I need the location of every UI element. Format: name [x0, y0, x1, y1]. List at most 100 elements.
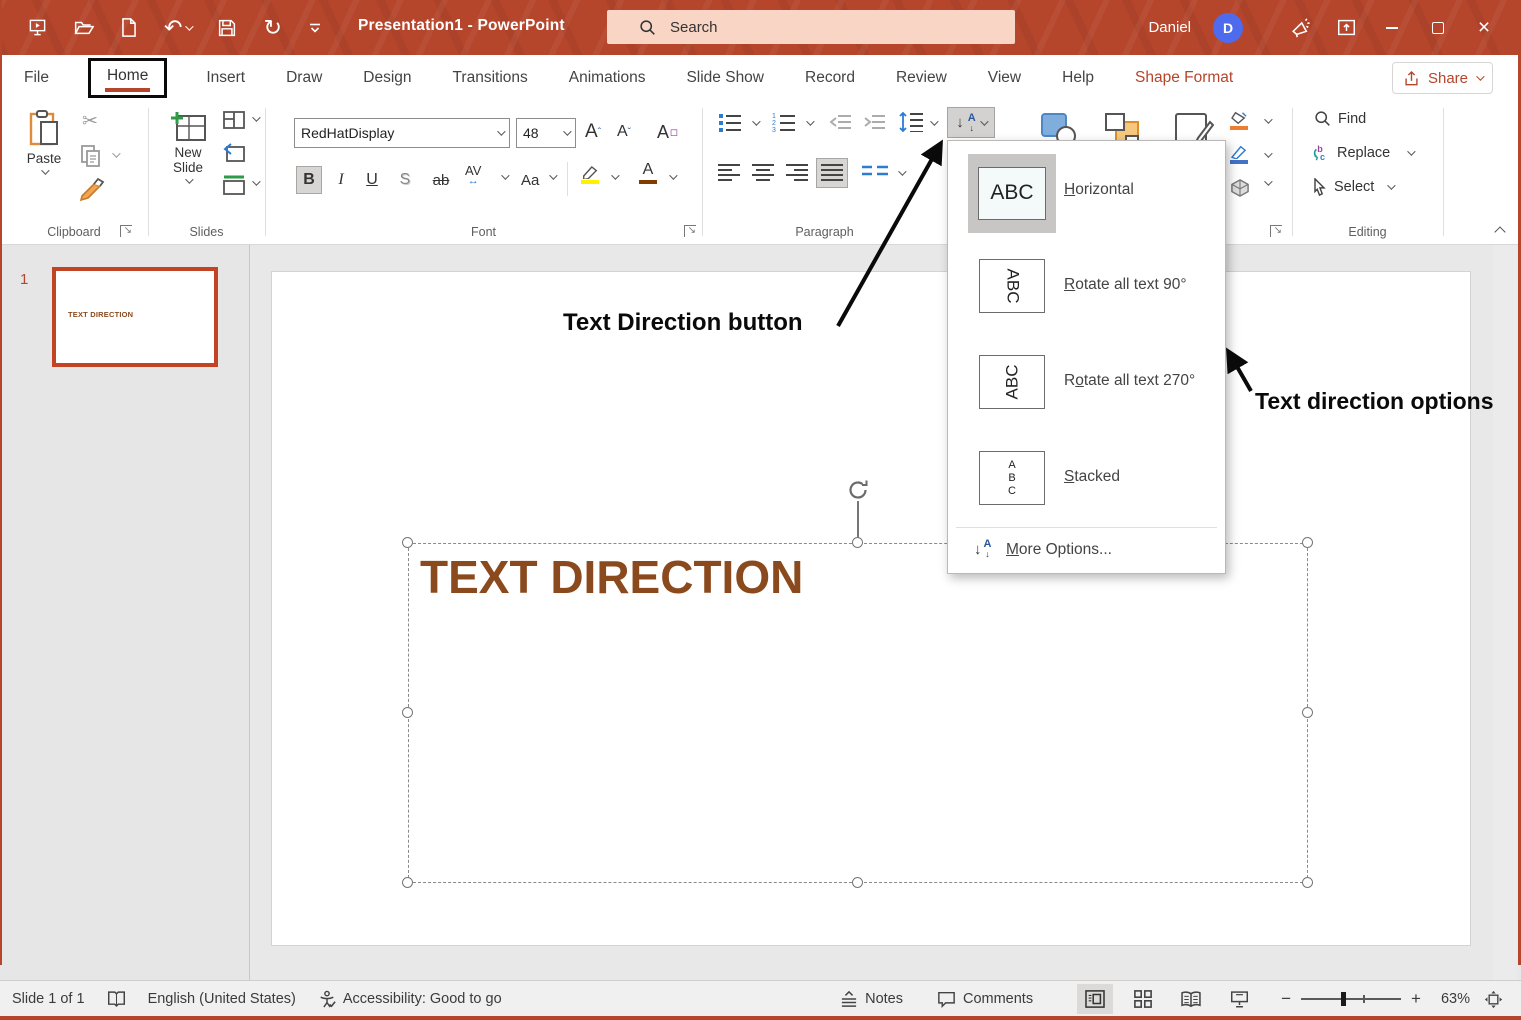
shape-outline-chevron-icon[interactable] [1264, 149, 1272, 157]
slide-layout-icon[interactable] [222, 110, 246, 130]
slide-canvas[interactable]: TEXT DIRECTION [272, 272, 1470, 945]
align-right-icon[interactable] [786, 164, 808, 182]
highlight-chevron-icon[interactable] [611, 171, 619, 179]
maximize-button[interactable] [1415, 0, 1461, 55]
share-button[interactable]: Share [1392, 62, 1493, 94]
normal-view-button[interactable] [1077, 984, 1113, 1014]
text-highlight-button[interactable] [581, 160, 599, 188]
handle-bottom-right[interactable] [1302, 877, 1313, 888]
shape-outline-button[interactable] [1230, 140, 1248, 168]
rotation-handle-icon[interactable] [846, 478, 870, 502]
bullets-chevron-icon[interactable] [752, 117, 760, 125]
zoom-in-icon[interactable]: + [1411, 989, 1421, 1009]
tab-transitions[interactable]: Transitions [451, 65, 530, 91]
copy-chevron-icon[interactable] [112, 149, 120, 157]
customize-qat-button[interactable] [309, 22, 321, 34]
font-color-chevron-icon[interactable] [669, 171, 677, 179]
start-slideshow-button[interactable] [28, 18, 47, 37]
zoom-slider-handle[interactable] [1341, 992, 1346, 1006]
handle-top-left[interactable] [402, 537, 413, 548]
columns-icon[interactable] [862, 164, 888, 178]
clear-formatting-button[interactable]: A◇ [657, 118, 679, 146]
numbering-icon[interactable]: 123 [772, 112, 796, 132]
font-dialog-launcher[interactable]: ↘ [684, 225, 696, 237]
font-color-button[interactable]: A [639, 158, 657, 186]
tab-file[interactable]: File [22, 65, 51, 91]
case-chevron-icon[interactable] [549, 171, 557, 179]
fit-to-window-icon[interactable] [1484, 990, 1503, 1009]
handle-middle-right[interactable] [1302, 707, 1313, 718]
columns-chevron-icon[interactable] [898, 167, 906, 175]
shape-fill-chevron-icon[interactable] [1264, 115, 1272, 123]
line-spacing-chevron-icon[interactable] [930, 117, 938, 125]
bullets-icon[interactable] [718, 112, 742, 132]
open-file-button[interactable] [74, 19, 94, 36]
coming-soon-megaphone-icon[interactable] [1277, 0, 1323, 55]
handle-bottom-center[interactable] [852, 877, 863, 888]
tab-review[interactable]: Review [894, 65, 949, 91]
zoom-level[interactable]: 63% [1441, 991, 1470, 1007]
textbox-selection-border[interactable] [408, 543, 1308, 883]
new-slide-button[interactable]: New Slide [160, 110, 216, 184]
copy-icon[interactable] [80, 144, 102, 168]
format-painter-icon[interactable] [78, 176, 106, 202]
increase-indent-icon[interactable] [864, 114, 886, 130]
replace-button[interactable]: bc Replace [1310, 144, 1413, 162]
tab-record[interactable]: Record [803, 65, 857, 91]
numbering-chevron-icon[interactable] [806, 117, 814, 125]
clipboard-dialog-launcher[interactable]: ↘ [120, 225, 132, 237]
decrease-indent-icon[interactable] [830, 114, 852, 130]
language-indicator[interactable]: English (United States) [148, 991, 296, 1007]
drawing-dialog-launcher[interactable]: ↘ [1270, 225, 1282, 237]
reading-view-button[interactable] [1173, 984, 1209, 1014]
change-case-button[interactable]: Aa [521, 166, 539, 194]
save-button[interactable] [218, 19, 236, 37]
notes-button[interactable]: Notes [840, 991, 903, 1007]
slide-indicator[interactable]: Slide 1 of 1 [12, 991, 85, 1007]
zoom-slider-track[interactable] [1301, 998, 1401, 1000]
shape-effects-button[interactable] [1230, 174, 1250, 202]
spacing-chevron-icon[interactable] [501, 171, 509, 179]
font-size-combo[interactable]: 48 [516, 118, 576, 148]
select-button[interactable]: Select [1312, 178, 1393, 196]
accessibility-checker[interactable]: Accessibility: Good to go [318, 990, 502, 1008]
search-box[interactable]: Search [607, 10, 1015, 44]
font-family-combo[interactable]: RedHatDisplay [294, 118, 510, 148]
handle-top-center[interactable] [852, 537, 863, 548]
zoom-slider[interactable]: − + [1281, 989, 1421, 1009]
handle-top-right[interactable] [1302, 537, 1313, 548]
tab-slide-show[interactable]: Slide Show [684, 65, 766, 91]
paste-button[interactable]: Paste [18, 110, 70, 175]
character-spacing-button[interactable]: AV↔ [465, 162, 481, 190]
line-spacing-icon[interactable] [898, 112, 924, 132]
increase-font-size-button[interactable]: Aˆ [585, 118, 601, 146]
shape-fill-button[interactable] [1230, 106, 1248, 134]
tab-draw[interactable]: Draw [284, 65, 324, 91]
slide-thumbnail[interactable]: TEXT DIRECTION [52, 267, 218, 367]
align-left-icon[interactable] [718, 164, 740, 182]
close-button[interactable]: × [1461, 0, 1507, 55]
italic-button[interactable]: I [331, 166, 351, 194]
tab-view[interactable]: View [986, 65, 1023, 91]
handle-bottom-left[interactable] [402, 877, 413, 888]
shape-effects-chevron-icon[interactable] [1264, 177, 1272, 185]
text-shadow-button[interactable]: S [395, 166, 415, 194]
collapse-ribbon-icon[interactable] [1494, 226, 1505, 237]
user-name[interactable]: Daniel [1148, 19, 1191, 36]
tab-shape-format[interactable]: Shape Format [1133, 65, 1235, 91]
handle-middle-left[interactable] [402, 707, 413, 718]
minimize-button[interactable] [1369, 0, 1415, 55]
new-file-button[interactable] [121, 18, 137, 37]
decrease-font-size-button[interactable]: Aˇ [617, 118, 631, 146]
repeat-button[interactable]: ↻ [263, 15, 281, 41]
text-direction-button[interactable]: ↓ A ↓ [947, 107, 995, 138]
section-chevron-icon[interactable] [252, 177, 260, 185]
underline-button[interactable]: U [361, 166, 383, 194]
slide-show-button[interactable] [1221, 984, 1257, 1014]
tab-help[interactable]: Help [1060, 65, 1096, 91]
zoom-out-icon[interactable]: − [1281, 989, 1291, 1009]
user-avatar[interactable]: D [1213, 13, 1243, 43]
spell-check-icon[interactable] [107, 990, 126, 1008]
strikethrough-button[interactable]: ab [428, 166, 454, 194]
comments-button[interactable]: Comments [937, 991, 1033, 1008]
